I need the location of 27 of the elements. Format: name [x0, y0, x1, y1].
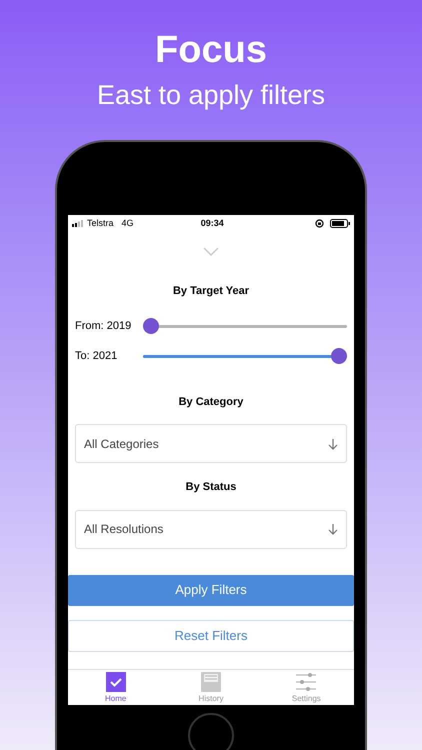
dropdown[interactable]: All Categories: [75, 424, 347, 463]
battery-icon: [330, 219, 350, 228]
clock: 09:34: [200, 216, 225, 230]
rotation-lock-icon: [315, 219, 324, 228]
tab[interactable]: History: [163, 670, 259, 706]
tab[interactable]: Settings: [258, 670, 354, 706]
section-heading: By Status: [184, 480, 238, 495]
tray-icon: [200, 670, 222, 693]
carrier-name: Telstra: [87, 216, 114, 230]
arrow-down-icon: [328, 438, 338, 450]
slider-label: From: 2019: [75, 319, 132, 334]
apply-button[interactable]: Apply Filters: [68, 574, 354, 606]
section-heading: By Category: [178, 394, 244, 410]
slider-thumb[interactable]: [143, 318, 159, 334]
reset-button[interactable]: Reset Filters: [68, 620, 354, 652]
checkbox-icon: [104, 670, 127, 693]
sliders-icon: [295, 670, 318, 693]
dropdown[interactable]: All Resolutions: [75, 510, 347, 548]
headline: Focus: [155, 28, 267, 72]
slider-thumb[interactable]: [331, 348, 347, 364]
slider-label: To: 2021: [75, 349, 118, 364]
section-heading: By Target Year: [172, 284, 250, 299]
network-type: 4G: [122, 216, 134, 230]
signal-icon: [72, 220, 85, 227]
tab[interactable]: Home: [68, 670, 164, 706]
arrow-down-icon: [328, 523, 338, 535]
subheadline: East to apply filters: [96, 79, 326, 112]
